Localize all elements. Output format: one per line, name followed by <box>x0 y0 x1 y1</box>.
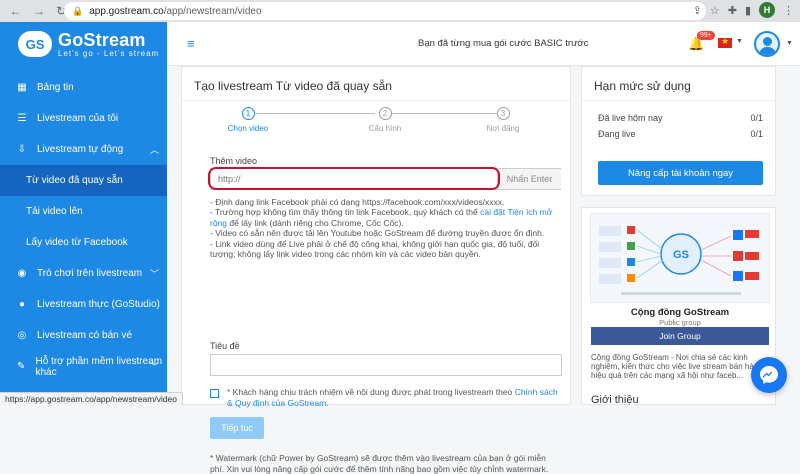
chevron-down-icon: ﹀ <box>149 362 159 372</box>
extensions-icon[interactable]: ✚ <box>728 4 737 17</box>
browser-toolbar: ← → ↻ 🔒 app.gostream.co/app/newstream/vi… <box>0 0 800 22</box>
link-status-bar: https://app.gostream.co/app/newstream/vi… <box>0 392 183 405</box>
title-label: Tiêu đề <box>210 341 240 351</box>
sidebar-item-upload-video[interactable]: Tải video lên <box>0 196 167 227</box>
sidebar-item-auto-livestream[interactable]: ⇩ Livestream tự động ︿ <box>0 134 167 165</box>
sidebar: GS GoStream Let's go - Let's stream ▦ Bản… <box>0 22 167 405</box>
upgrade-account-button[interactable]: Nâng cấp tài khoản ngay <box>598 161 763 185</box>
press-enter-button[interactable]: Nhấn Enter <box>497 169 561 189</box>
terms-checkbox[interactable] <box>210 389 219 398</box>
header-notice: Bạn đã từng mua gói cước BASIC trước <box>418 38 589 49</box>
sidebar-item-facebook-video[interactable]: Lấy video từ Facebook <box>0 227 167 258</box>
sidebar-item-gostudio[interactable]: ● Livestream thực (GoStudio) <box>0 289 167 320</box>
url-path: /app/newstream/video <box>163 5 262 17</box>
forward-icon[interactable]: → <box>33 4 45 18</box>
user-menu-caret-icon[interactable]: ▼ <box>786 40 793 47</box>
create-livestream-card: Tạo livestream Từ video đã quay sẵn 1 Ch… <box>181 66 572 474</box>
back-icon[interactable]: ← <box>10 4 22 18</box>
add-video-label: Thêm video <box>210 156 258 166</box>
bookmark-star-icon[interactable]: ☆ <box>710 4 720 17</box>
language-caret-icon[interactable]: ▼ <box>736 38 743 45</box>
step-1[interactable]: 1 Chọn video <box>208 107 288 133</box>
chevron-down-icon: ﹀ <box>149 269 159 279</box>
divider <box>182 100 570 101</box>
messenger-icon <box>760 366 778 384</box>
sidebar-item-other-software[interactable]: ✎ Hỗ trợ phần mềm livestream khác ﹀ <box>0 351 167 382</box>
vietnam-flag-icon[interactable] <box>718 36 732 48</box>
user-avatar[interactable] <box>754 31 780 57</box>
ticket-icon: ◎ <box>17 330 27 341</box>
lock-icon[interactable]: 🔒 <box>72 6 83 17</box>
dashboard-icon: ▦ <box>17 82 27 93</box>
list-icon: ☰ <box>17 113 27 124</box>
group-type: Public group <box>659 318 701 327</box>
browser-nav: ← → ↻ <box>0 4 72 18</box>
sidebar-item-from-recorded-video[interactable]: Từ video đã quay sẵn <box>0 165 167 196</box>
hamburger-menu-icon[interactable]: ≡ <box>187 36 195 51</box>
studio-icon: ● <box>18 299 26 310</box>
sidepanel-icon[interactable]: ▮ <box>745 4 751 17</box>
sidebar-item-my-livestreams[interactable]: ☰ Livestream của tôi <box>0 103 167 134</box>
logo[interactable]: GS GoStream Let's go - Let's stream <box>0 22 167 66</box>
sidebar-item-games[interactable]: ◉ Trò chơi trên livestream ﹀ <box>0 258 167 289</box>
sidebar-menu: ▦ Bảng tin ☰ Livestream của tôi ⇩ Livestrea… <box>0 72 167 382</box>
sidebar-item-dashboard[interactable]: ▦ Bảng tin <box>0 72 167 103</box>
usage-limits-title: Hạn mức sử dụng <box>594 79 691 93</box>
software-icon: ✎ <box>17 361 26 372</box>
divider <box>582 100 775 101</box>
browser-extensions: ⇪ ☆ ✚ ▮ H ⋮ <box>693 2 794 18</box>
facebook-group-widget: GS Cộng đồng GoStream Public group Join … <box>581 207 776 406</box>
page-title: Tạo livestream Từ video đã quay sẵn <box>194 79 392 93</box>
top-header: ≡ Bạn đã từng mua gói cước BASIC trước 🔔… <box>167 22 800 66</box>
watermark-note: * Watermark (chữ Power by GoStream) sẽ đ… <box>210 453 549 474</box>
group-name[interactable]: Cộng đồng GoStream <box>590 307 770 318</box>
gostream-logo-icon: GS <box>18 31 52 57</box>
cover-illustration: GS <box>591 214 769 302</box>
share-icon[interactable]: ⇪ <box>693 4 702 17</box>
instructions: - Định dạng link Facebook phải có dạng h… <box>210 197 553 260</box>
notification-badge: 99+ <box>697 31 715 40</box>
intro-heading: Giới thiệu <box>591 394 639 406</box>
brand-name: GoStream <box>58 29 146 50</box>
profile-avatar[interactable]: H <box>759 2 775 18</box>
group-description: Cộng đồng GoStream - Nơi chia sẻ các kin… <box>591 353 763 380</box>
group-cover-image[interactable]: GS <box>590 213 770 303</box>
stepper: 1 Chọn video 2 Cấu hình 3 Nơi đăng <box>182 107 572 147</box>
sidebar-item-ticketed-livestream[interactable]: ◎ Livestream có bán vé <box>0 320 167 351</box>
continue-button[interactable]: Tiếp tục <box>210 417 264 439</box>
messenger-chat-button[interactable] <box>751 357 787 393</box>
video-url-group: Nhấn Enter <box>210 168 561 190</box>
join-group-button[interactable]: Join Group <box>591 327 769 345</box>
limit-row-live: Đang live 0/1 <box>598 129 763 139</box>
step-2[interactable]: 2 Cấu hình <box>345 107 425 133</box>
step-3[interactable]: 3 Nơi đăng <box>463 107 543 133</box>
url-host: app.gostream.co <box>89 5 164 17</box>
game-icon: ◉ <box>17 268 27 279</box>
auto-stream-icon: ⇩ <box>17 144 27 155</box>
svg-text:GS: GS <box>673 249 689 261</box>
brand-tagline: Let's go - Let's stream <box>58 48 160 58</box>
limit-row-today: Đã live hôm nay 0/1 <box>598 113 763 123</box>
usage-limits-card: Hạn mức sử dụng Đã live hôm nay 0/1 Đang … <box>581 66 776 196</box>
address-bar[interactable]: 🔒 app.gostream.co/app/newstream/video <box>64 2 706 20</box>
video-url-input[interactable] <box>211 169 497 189</box>
title-input[interactable] <box>210 354 562 376</box>
kebab-menu-icon[interactable]: ⋮ <box>783 4 794 17</box>
chevron-up-icon: ︿ <box>149 145 159 155</box>
